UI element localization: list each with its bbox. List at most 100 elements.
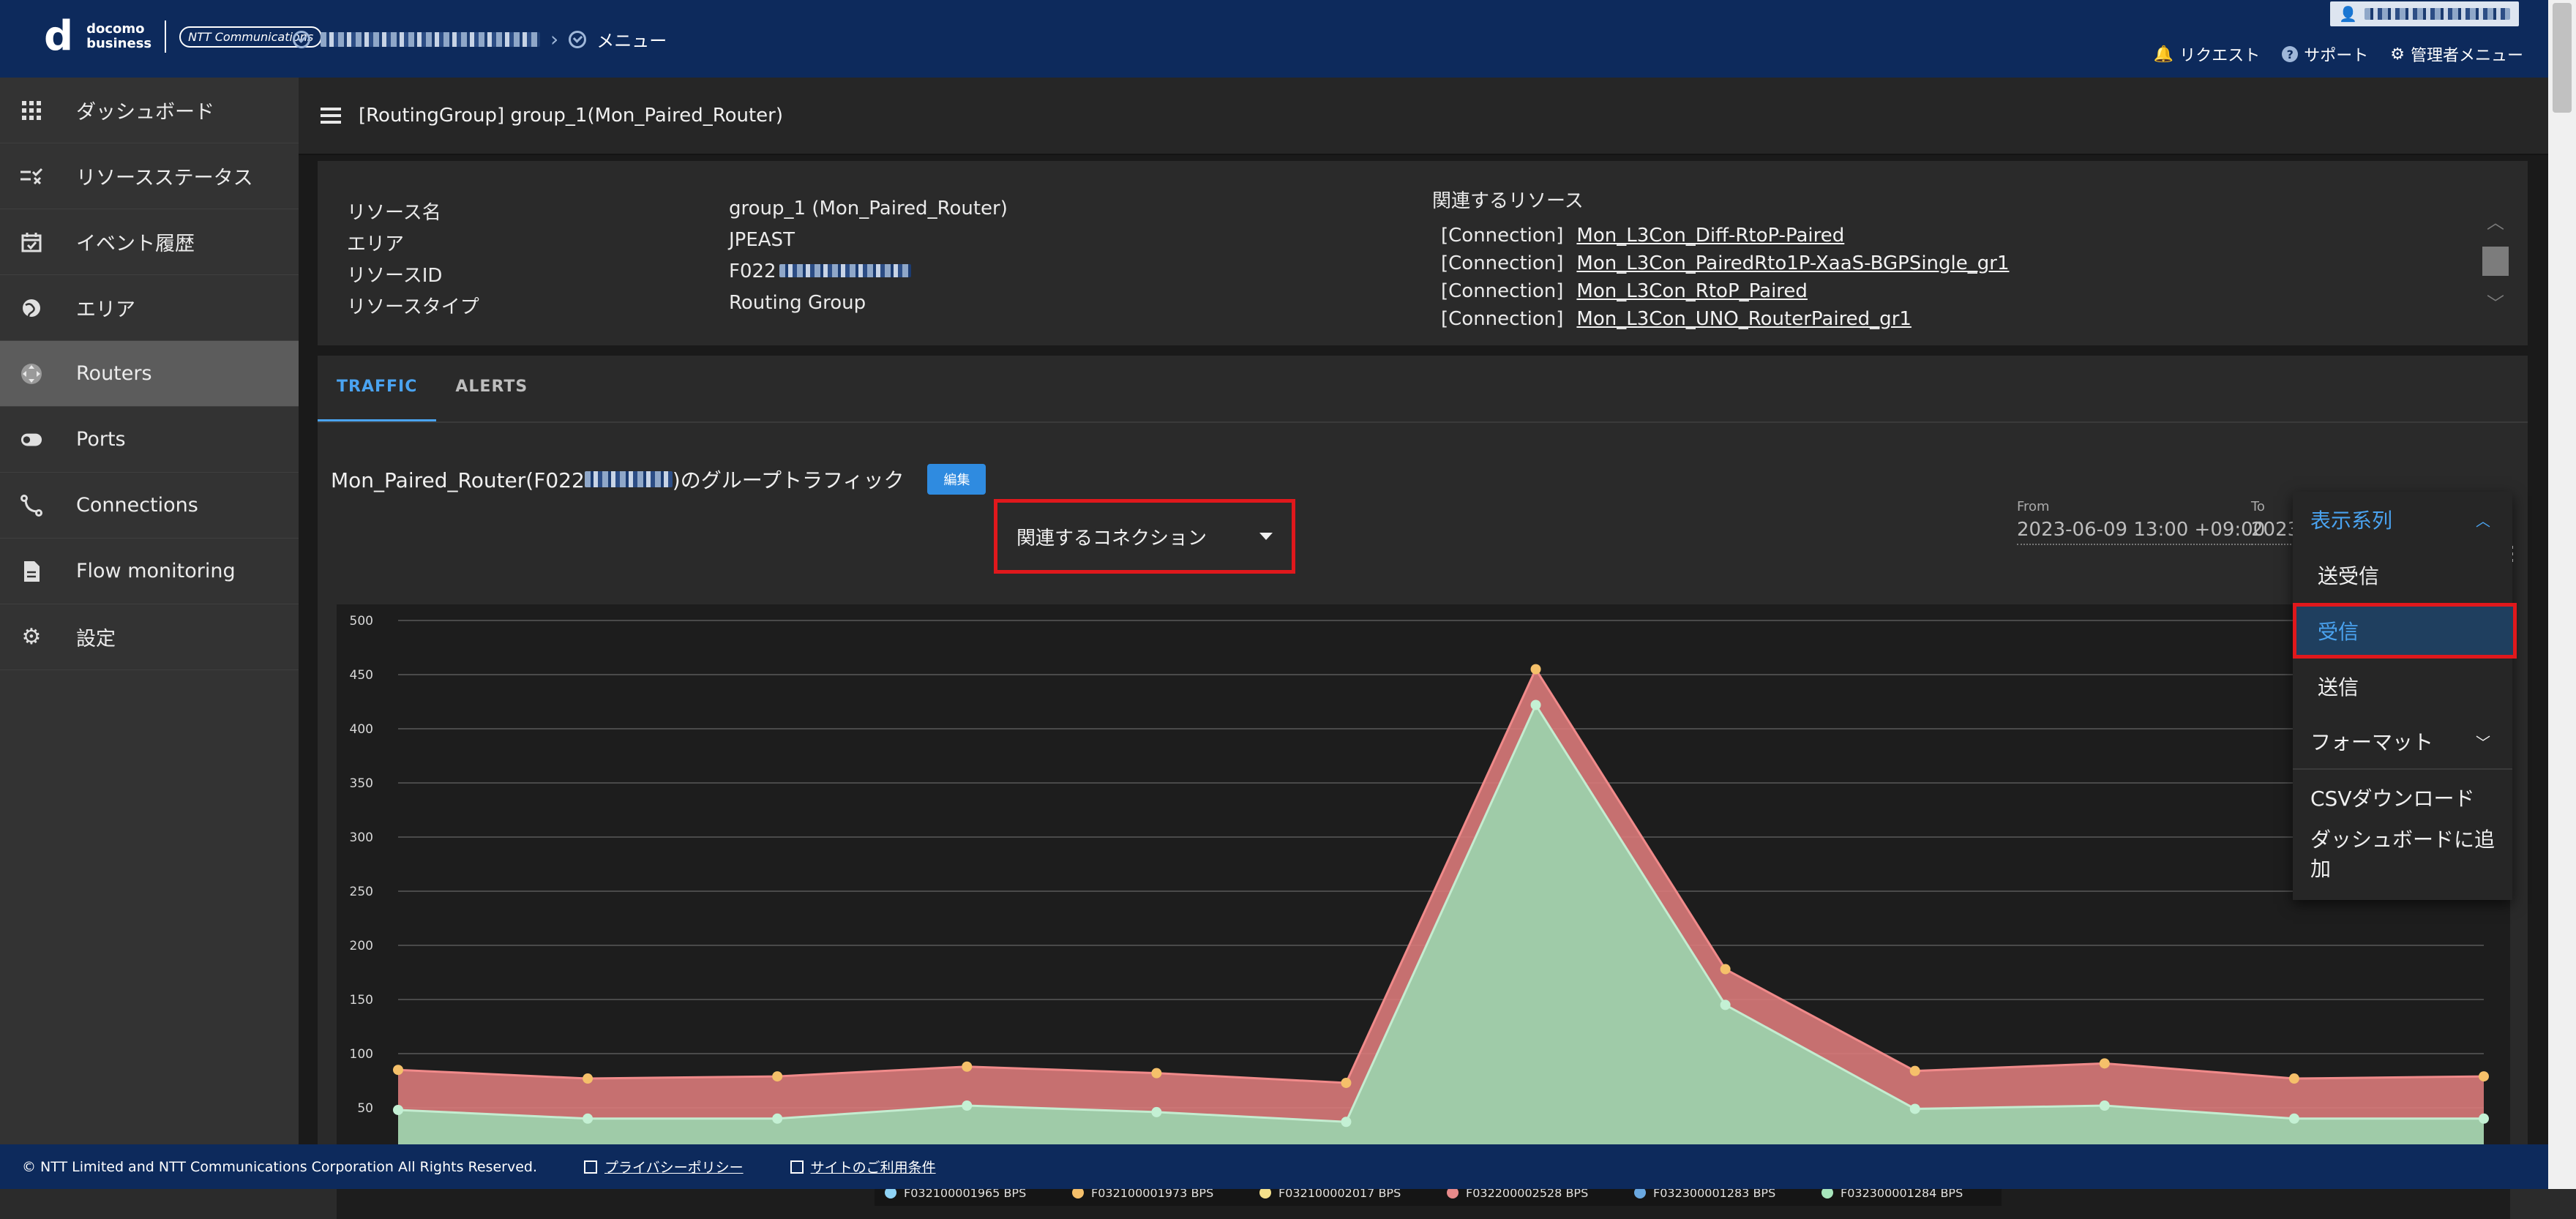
related-link[interactable]: Mon_L3Con_RtoP_Paired (1576, 280, 1808, 302)
user-account-box[interactable]: 👤 (2330, 1, 2519, 26)
y-tick-label: 400 (350, 722, 373, 737)
logo-line1: docomo (86, 21, 145, 37)
related-connection-dropdown[interactable]: 関連するコネクション (994, 499, 1295, 574)
data-point (1909, 1065, 1920, 1076)
data-point (2479, 1113, 2489, 1124)
edit-button[interactable]: 編集 (927, 464, 986, 495)
sidebar-item-flow-monitoring[interactable]: Flow monitoring (0, 539, 299, 604)
resource-details: リソース名 group_1 (Mon_Paired_Router) エリア JP… (347, 198, 1095, 319)
check-circle-icon (293, 30, 310, 48)
breadcrumb: › メニュー (293, 26, 667, 52)
data-point (962, 1061, 973, 1072)
field-label: リソースID (347, 265, 443, 287)
tab-traffic[interactable]: TRAFFIC (318, 356, 437, 421)
privacy-link[interactable]: プライバシーポリシー (583, 1157, 744, 1177)
date-from-value[interactable]: 2023-06-09 13:00 +09:00 (2017, 519, 2266, 545)
menu-item-receive[interactable]: 受信 (2293, 603, 2517, 659)
external-link-icon (790, 1160, 804, 1174)
gear-icon: ⚙ (21, 624, 42, 650)
related-resources: 関連するリソース [Connection] Mon_L3Con_Diff-RtoP… (1432, 186, 2457, 332)
y-tick-label: 150 (350, 993, 373, 1008)
support-link[interactable]: ? サポート (2282, 42, 2368, 66)
data-point (1530, 664, 1541, 675)
scrollbar-thumb[interactable] (2482, 247, 2509, 276)
top-header: d docomo business NTT Communications › メ… (0, 0, 2576, 78)
series-menu-header[interactable]: 表示系列 ︿ (2293, 492, 2512, 547)
menu-toggle-icon[interactable] (321, 108, 341, 124)
copyright: © NTT Limited and NTT Communications Cor… (22, 1158, 537, 1175)
page-title: [RoutingGroup] group_1(Mon_Paired_Router… (359, 105, 783, 127)
related-scrollbar[interactable]: ︿ ﹀ (2479, 208, 2512, 314)
menu-item-format[interactable]: フォーマット ﹀ (2293, 714, 2512, 770)
chevron-down-icon[interactable]: ﹀ (2479, 289, 2512, 315)
sidebar-item-area[interactable]: エリア (0, 275, 299, 341)
menu-item-add-dashboard[interactable]: ダッシュボードに追加 (2293, 825, 2512, 881)
scrollbar-thumb[interactable] (2553, 3, 2572, 113)
bell-icon: 🔔 (2153, 45, 2174, 64)
breadcrumb-menu[interactable]: メニュー (596, 26, 667, 52)
chevron-up-icon: ︿ (2476, 511, 2490, 530)
traffic-chart: 05010015020025030035040045050013:0013:05… (337, 604, 2510, 1219)
external-link-icon (583, 1160, 597, 1174)
field-label: リソース名 (347, 202, 441, 224)
chart-options-menu: 表示系列 ︿ 送受信 受信 送信 フォーマット ﹀ CSVダウンロード ダッシュ… (2293, 492, 2517, 900)
data-point (962, 1100, 973, 1111)
data-point (1909, 1103, 1920, 1114)
help-icon: ? (2282, 46, 2299, 62)
window-scrollbar[interactable] (2548, 0, 2576, 1189)
document-icon (20, 560, 42, 582)
menu-item-send[interactable]: 送信 (2293, 659, 2512, 714)
data-point (1720, 964, 1731, 975)
list-item: [Connection] Mon_L3Con_Diff-RtoP-Paired (1441, 225, 1845, 247)
data-point (393, 1065, 403, 1076)
tab-alerts[interactable]: ALERTS (436, 356, 547, 421)
sidebar-item-ports[interactable]: Ports (0, 407, 299, 473)
traffic-title: Mon_Paired_Router(F022)のグループトラフィック 編集 (331, 464, 986, 495)
date-from[interactable]: From 2023-06-09 13:00 +09:00 (2017, 499, 2266, 545)
menu-item-csv-download[interactable]: CSVダウンロード (2293, 770, 2512, 825)
list-item: [Connection] Mon_L3Con_UNO_RouterPaired_g… (1441, 308, 1912, 330)
data-point (2288, 1073, 2299, 1084)
sidebar-item-dashboard[interactable]: ダッシュボード (0, 78, 299, 143)
checklist-icon (20, 165, 42, 187)
connection-icon (20, 494, 42, 517)
docomo-business-logo[interactable]: d docomo business NTT Communications (44, 16, 323, 57)
y-tick-label: 100 (350, 1047, 373, 1062)
sidebar-item-event-history[interactable]: イベント履歴 (0, 209, 299, 275)
data-point (583, 1113, 594, 1124)
related-title: 関連するリソース (1432, 190, 1584, 212)
redacted-contract-name[interactable] (321, 31, 540, 47)
related-link[interactable]: Mon_L3Con_Diff-RtoP-Paired (1576, 225, 1844, 247)
data-point (1720, 999, 1731, 1010)
user-icon: 👤 (2339, 5, 2357, 23)
request-link[interactable]: 🔔 リクエスト (2154, 42, 2260, 66)
main-content: [RoutingGroup] group_1(Mon_Paired_Router… (299, 78, 2548, 1219)
sidebar-item-settings[interactable]: ⚙ 設定 (0, 604, 299, 670)
related-link[interactable]: Mon_L3Con_PairedRto1P-XaaS-BGPSingle_gr1 (1576, 252, 2009, 274)
logo-divider (165, 20, 167, 53)
related-link[interactable]: Mon_L3Con_UNO_RouterPaired_gr1 (1576, 308, 1912, 330)
page-title-bar: [RoutingGroup] group_1(Mon_Paired_Router… (299, 78, 2548, 155)
data-point (2099, 1100, 2110, 1111)
tab-bar: TRAFFIC ALERTS (318, 356, 2528, 423)
caret-down-icon (1259, 533, 1273, 540)
resource-info-card: リソース名 group_1 (Mon_Paired_Router) エリア JP… (318, 161, 2528, 345)
admin-menu-link[interactable]: ⚙ 管理者メニュー (2390, 42, 2523, 66)
field-label: エリア (347, 233, 405, 255)
chevron-down-icon: ﹀ (2476, 733, 2490, 751)
calendar-icon (20, 231, 42, 253)
sidebar-item-resource-status[interactable]: リソースステータス (0, 143, 299, 209)
list-item: [Connection] Mon_L3Con_PairedRto1P-XaaS-B… (1441, 252, 2010, 274)
y-tick-label: 350 (350, 776, 373, 791)
sidebar-item-routers[interactable]: Routers (0, 341, 299, 407)
data-point (2099, 1058, 2110, 1069)
y-tick-label: 450 (350, 668, 373, 683)
terms-link[interactable]: サイトのご利用条件 (790, 1157, 936, 1177)
data-point (1151, 1068, 1162, 1079)
sidebar-item-connections[interactable]: Connections (0, 473, 299, 539)
data-point (1151, 1106, 1162, 1117)
menu-item-send-receive[interactable]: 送受信 (2293, 547, 2512, 603)
y-tick-label: 200 (350, 939, 373, 953)
chevron-up-icon[interactable]: ︿ (2479, 208, 2512, 233)
data-point (2479, 1071, 2489, 1082)
